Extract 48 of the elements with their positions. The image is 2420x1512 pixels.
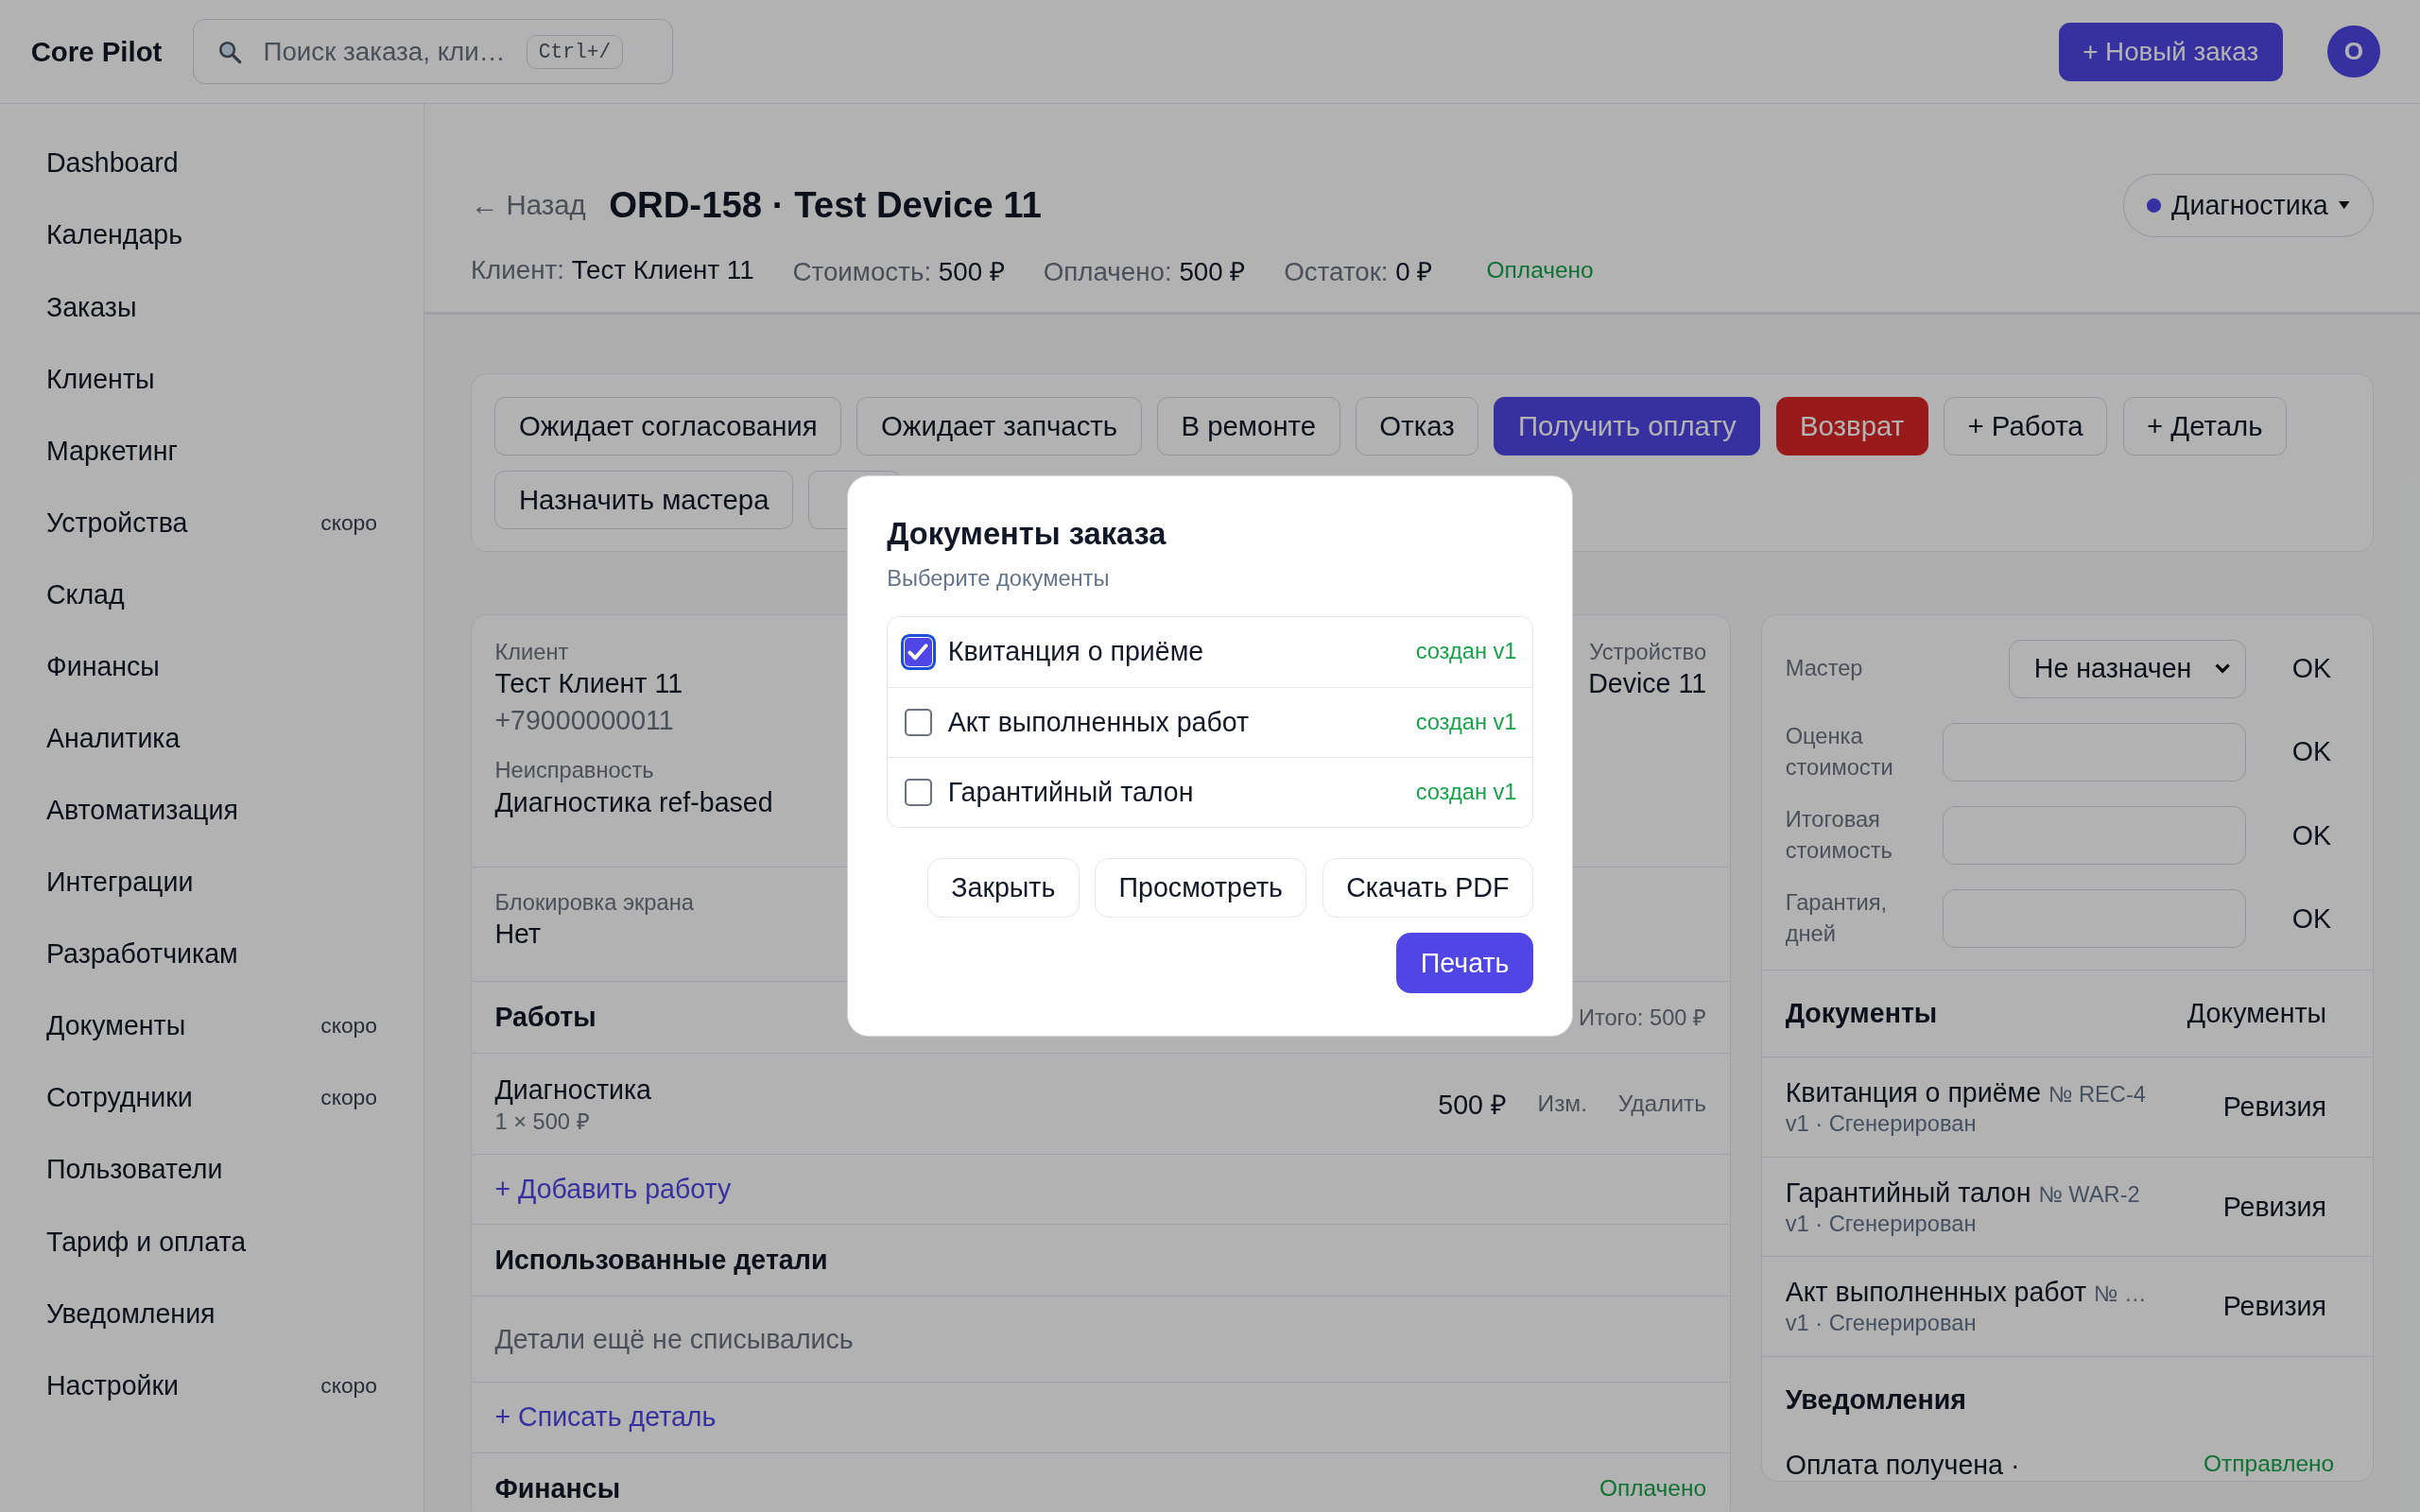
device-value: Device 11 bbox=[1588, 667, 1707, 699]
client-phone: +79000000011 bbox=[494, 705, 675, 737]
work-price: 500 ₽ bbox=[1438, 1089, 1507, 1123]
document-name: Квитанция о приёме № REC-4 bbox=[1785, 1077, 2146, 1109]
field-label: Оценка стоимости bbox=[1785, 722, 1894, 782]
work-quantity: 1 × 500 ₽ bbox=[494, 1108, 591, 1136]
lock-value: Нет bbox=[494, 919, 543, 951]
section-title: Использованные детали bbox=[494, 1245, 828, 1277]
payment-status: Оплачено bbox=[1486, 257, 1594, 284]
field-label: Итоговая стоимость bbox=[1785, 805, 1893, 866]
finance-status: Оплачено bbox=[1599, 1475, 1707, 1503]
problem-value: Диагностика ref-based bbox=[494, 786, 773, 818]
document-meta: v1 · Сгенерирован bbox=[1785, 1311, 1978, 1337]
section-title: Уведомления bbox=[1785, 1384, 1966, 1417]
notification-status: Отправлено bbox=[2204, 1450, 2335, 1477]
dialog-title: Документы заказа bbox=[887, 516, 1167, 553]
work-name: Диагностика bbox=[494, 1074, 651, 1106]
field-label: Гарантия, дней bbox=[1785, 889, 1889, 949]
document-status: создан v1 bbox=[1415, 780, 1517, 806]
document-status: создан v1 bbox=[1415, 709, 1517, 735]
app-logo: Core Pilot bbox=[30, 35, 163, 68]
soon-label: скоро bbox=[320, 509, 377, 536]
document-meta: v1 · Сгенерирован bbox=[1785, 1211, 1978, 1237]
document-name: Гарантийный талон № WAR-2 bbox=[1785, 1177, 2140, 1209]
shortcut-hint: Ctrl+/ bbox=[527, 34, 623, 69]
dialog-subtitle: Выберите документы bbox=[887, 565, 1111, 592]
document-status: создан v1 bbox=[1415, 639, 1517, 665]
document-name: Акт выполненных работ № … bbox=[1785, 1277, 2147, 1309]
order-meta: Клиент: Тест Клиент 11 bbox=[470, 255, 754, 286]
field-label: Устройство bbox=[1588, 639, 1707, 665]
section-title: Финансы bbox=[494, 1472, 621, 1504]
soon-label: скоро bbox=[320, 1085, 377, 1111]
document-meta: v1 · Сгенерирован bbox=[1785, 1111, 1978, 1138]
field-label: Неисправность bbox=[494, 758, 655, 784]
soon-label: скоро bbox=[320, 1372, 377, 1399]
notification-text: Оплата получена · bbox=[1785, 1449, 2020, 1481]
order-meta: Стоимость: 500 ₽ bbox=[792, 256, 1005, 289]
soon-label: скоро bbox=[320, 1013, 377, 1040]
client-name: Тест Клиент 11 bbox=[494, 667, 684, 699]
field-label: Клиент bbox=[494, 639, 570, 665]
section-title: Документы bbox=[1785, 998, 1938, 1030]
section-title: Работы bbox=[494, 1001, 596, 1033]
order-title: ORD-158 · Test Device 11 bbox=[609, 184, 1042, 227]
order-meta: Оплачено: 500 ₽ bbox=[1043, 256, 1246, 289]
order-meta: Остаток: 0 ₽ bbox=[1284, 256, 1433, 289]
works-total: Итого: 500 ₽ bbox=[1578, 1005, 1707, 1033]
field-label: Мастер bbox=[1785, 655, 1863, 683]
empty-message: Детали ещё не списывались bbox=[494, 1323, 854, 1355]
